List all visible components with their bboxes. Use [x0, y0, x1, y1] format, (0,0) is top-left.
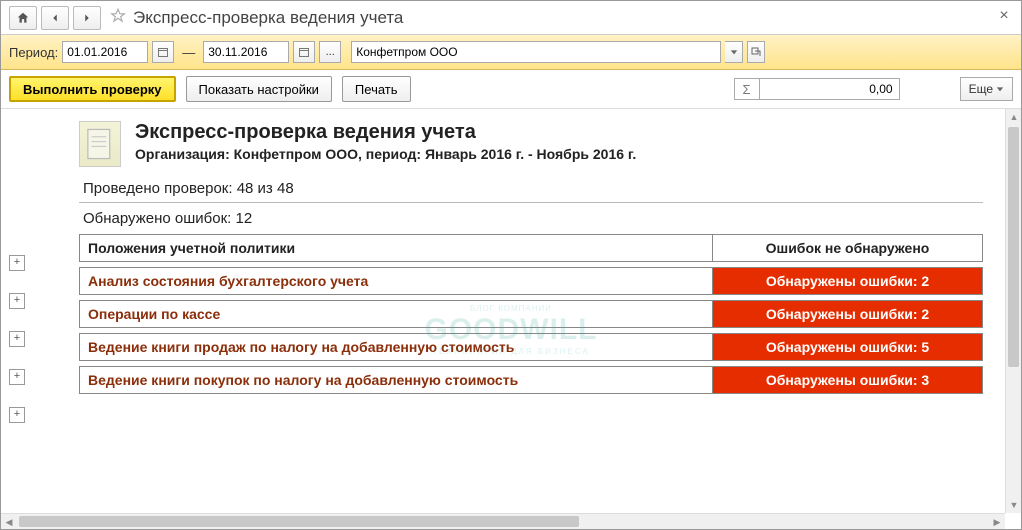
report-title: Экспресс-проверка ведения учета — [135, 121, 636, 144]
run-check-button[interactable]: Выполнить проверку — [9, 76, 176, 102]
period-label: Период: — [9, 45, 58, 60]
vertical-scrollbar[interactable]: ▲ ▼ — [1005, 109, 1021, 513]
errors-found: Обнаружено ошибок: 12 — [79, 207, 983, 230]
organization-dropdown[interactable] — [725, 41, 743, 63]
organization-input[interactable] — [351, 41, 721, 63]
more-button[interactable]: Еще — [960, 77, 1013, 101]
scroll-up-icon[interactable]: ▲ — [1006, 109, 1021, 125]
favorite-icon[interactable] — [109, 7, 127, 28]
checks-done: Проведено проверок: 48 из 48 — [79, 177, 983, 200]
report-subtitle: Организация: Конфетпром ООО, период: Янв… — [135, 146, 636, 162]
window-title: Экспресс-проверка ведения учета — [133, 8, 403, 28]
date-from-input[interactable] — [62, 41, 148, 63]
table-row[interactable]: Ведение книги покупок по налогу на добав… — [80, 367, 983, 394]
forward-button[interactable] — [73, 6, 101, 30]
scroll-thumb[interactable] — [19, 516, 579, 527]
table-header-row: Положения учетной политики Ошибок не обн… — [80, 235, 983, 262]
scroll-left-icon[interactable]: ◀ — [1, 514, 17, 529]
date-to-picker[interactable] — [293, 41, 315, 63]
print-button[interactable]: Печать — [342, 76, 411, 102]
home-button[interactable] — [9, 6, 37, 30]
back-button[interactable] — [41, 6, 69, 30]
header-category: Положения учетной политики — [80, 235, 713, 262]
horizontal-scrollbar[interactable]: ◀ ▶ — [1, 513, 1005, 529]
expand-button[interactable]: + — [9, 331, 25, 347]
table-row[interactable]: Операции по кассе Обнаружены ошибки: 2 — [80, 301, 983, 328]
scroll-thumb[interactable] — [1008, 127, 1019, 367]
period-dash: — — [182, 45, 195, 60]
report-area: БЛОГ КОМПАНИИ GOODWILL ТЕХНОЛОГИИ ДЛЯ БИ… — [1, 109, 1021, 529]
expand-button[interactable]: + — [9, 293, 25, 309]
expand-button[interactable]: + — [9, 255, 25, 271]
organization-open-button[interactable] — [747, 41, 765, 63]
expand-button[interactable]: + — [9, 369, 25, 385]
period-toolbar: Период: — ... — [1, 35, 1021, 70]
scroll-right-icon[interactable]: ▶ — [989, 514, 1005, 529]
results-table: Положения учетной политики Ошибок не обн… — [79, 234, 983, 394]
action-toolbar: Выполнить проверку Показать настройки Пе… — [1, 70, 1021, 109]
period-dialog-button[interactable]: ... — [319, 41, 341, 63]
date-from-picker[interactable] — [152, 41, 174, 63]
expand-button[interactable]: + — [9, 407, 25, 423]
titlebar: Экспресс-проверка ведения учета × — [1, 1, 1021, 35]
date-to-input[interactable] — [203, 41, 289, 63]
table-row[interactable]: Анализ состояния бухгалтерского учета Об… — [80, 268, 983, 295]
close-button[interactable]: × — [995, 7, 1013, 25]
sum-icon: Σ — [734, 78, 760, 100]
report-icon — [79, 121, 121, 167]
show-settings-button[interactable]: Показать настройки — [186, 76, 332, 102]
table-row[interactable]: Ведение книги продаж по налогу на добавл… — [80, 334, 983, 361]
sum-value[interactable] — [760, 78, 900, 100]
header-status: Ошибок не обнаружено — [713, 235, 983, 262]
scroll-down-icon[interactable]: ▼ — [1006, 497, 1021, 513]
